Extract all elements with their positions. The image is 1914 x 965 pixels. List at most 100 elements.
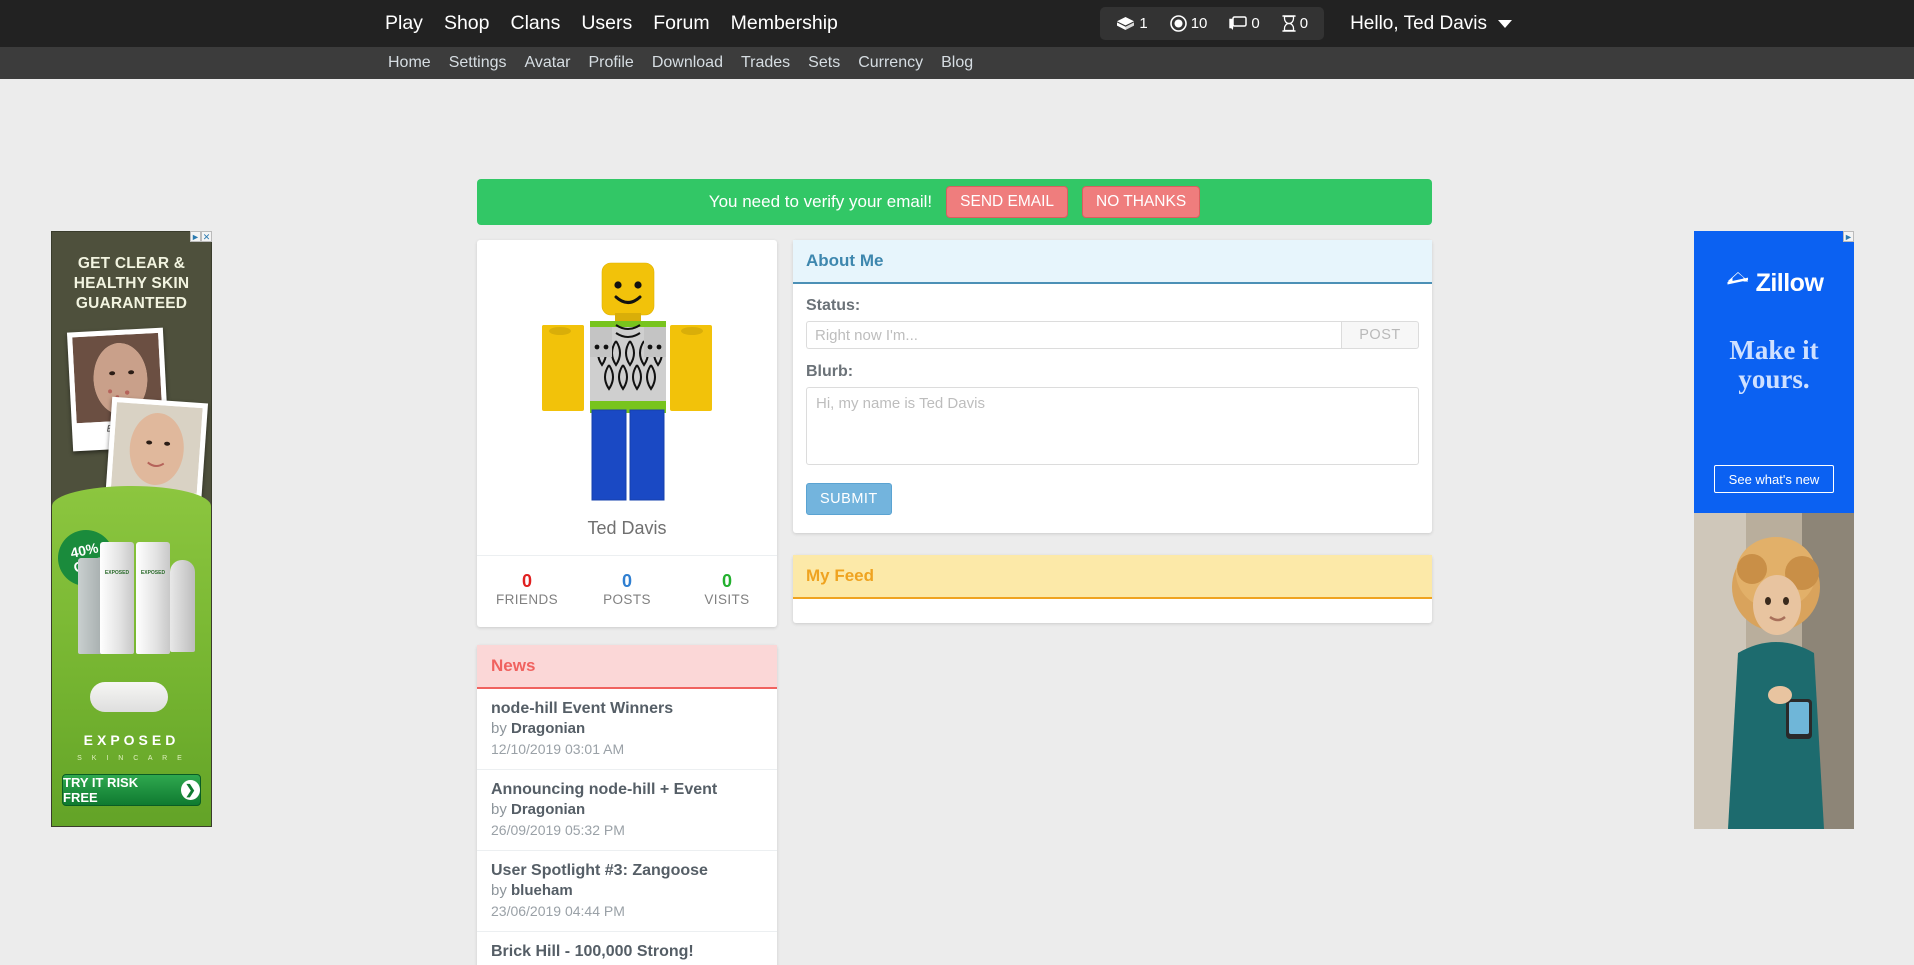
blurb-textarea[interactable] [806,387,1419,465]
my-feed-title: My Feed [793,555,1432,599]
about-me-panel: About Me Status: POST Blurb: SUBMIT [793,240,1432,533]
avatar[interactable] [477,250,777,518]
no-thanks-button[interactable]: NO THANKS [1082,186,1201,218]
zillow-tagline: Make it yours. [1729,335,1819,394]
subnav-profile[interactable]: Profile [588,54,633,72]
news-item-title[interactable]: Brick Hill - 100,000 Strong! [491,942,763,962]
adchoices-info-icon[interactable]: ► [190,231,201,242]
friends-count: 0 [521,571,532,591]
subnav-home[interactable]: Home [388,54,431,72]
friends-stat[interactable]: 0 FRIENDS [477,570,577,607]
brand-logo: EXPOSED [83,732,180,748]
inventory-stat[interactable]: 1 [1116,15,1148,32]
message-icon [1229,15,1248,32]
friend-requests-stat[interactable]: 0 [1281,15,1309,32]
subnav-download[interactable]: Download [652,54,723,72]
news-item-date: 23/06/2019 04:44 PM [491,903,625,919]
adchoices-close-icon[interactable]: ✕ [201,231,212,242]
currency-count: 10 [1190,15,1208,32]
posts-count: 0 [621,571,632,591]
nav-play[interactable]: Play [385,12,423,35]
friend-requests-count: 0 [1299,15,1309,32]
skincare-ad-creative[interactable]: GET CLEAR & HEALTHY SKIN GUARANTEED Befo… [51,231,212,827]
posts-stat[interactable]: 0 POSTS [577,570,677,607]
verification-message: You need to verify your email! [708,192,933,211]
zillow-ad-photo [1694,513,1854,829]
zillow-cta-label: See what's new [1728,471,1820,487]
nav-shop[interactable]: Shop [444,12,490,35]
status-input[interactable] [806,321,1341,349]
nav-users[interactable]: Users [581,12,632,35]
news-item-title[interactable]: User Spotlight #3: Zangoose [491,861,763,881]
news-item-title[interactable]: node-hill Event Winners [491,699,763,719]
skincare-ad-headline: GET CLEAR & HEALTHY SKIN GUARANTEED [73,255,190,312]
subnav-sets[interactable]: Sets [808,54,840,72]
adchoices-info-icon-right[interactable]: ► [1843,231,1854,242]
user-menu-button[interactable]: Hello, Ted Davis [1350,13,1512,35]
news-item-title[interactable]: Announcing node-hill + Event [491,780,763,800]
news-item[interactable]: User Spotlight #3: Zangoose by blueham 2… [477,851,777,932]
nav-membership[interactable]: Membership [731,12,838,35]
news-item-date: 12/10/2019 03:01 AM [491,741,625,757]
page-body: ► ✕ GET CLEAR & HEALTHY SKIN GUARANTEED … [0,79,1914,965]
news-item[interactable]: Brick Hill - 100,000 Strong! by spacebui… [477,932,777,965]
subnav-trades[interactable]: Trades [741,54,790,72]
visits-count: 0 [721,571,732,591]
subnav-settings[interactable]: Settings [449,54,507,72]
user-stats-pill: 1 10 0 0 [1100,7,1325,40]
nav-forum[interactable]: Forum [653,12,709,35]
bottle-serum [170,560,195,652]
news-item[interactable]: node-hill Event Winners by Dragonian 12/… [477,689,777,770]
zillow-brand-label: Zillow [1755,269,1824,297]
right-advertisement[interactable]: ► Zillow Make it yours. See what's new [1694,231,1854,829]
my-feed-panel: My Feed [793,555,1432,623]
profile-display-name: Ted Davis [587,518,667,538]
top-nav-right-section: 1 10 0 0 Hello, Ted Davis [1100,0,1914,47]
skincare-ad-product-panel: 40% OFF EXPOSED EXPOSED EXPOSED S K I N … [52,486,211,826]
profile-card: Ted Davis 0 FRIENDS 0 POSTS 0 VISITS [477,240,777,627]
nav-clans[interactable]: Clans [510,12,560,35]
subnav-currency[interactable]: Currency [858,54,923,72]
news-item-date: 26/09/2019 05:32 PM [491,822,625,838]
email-verification-banner: You need to verify your email! SEND EMAI… [477,179,1432,225]
bottle-facial-cleanser: EXPOSED [100,542,134,654]
news-item-author: by Dragonian [491,801,586,818]
try-it-risk-free-button[interactable]: TRY IT RISK FREE ❯ [62,774,201,806]
about-me-title: About Me [793,240,1432,284]
adchoices-icon-right[interactable]: ► [1843,231,1854,242]
blurb-label: Blurb: [806,363,854,380]
my-feed-body [793,599,1432,623]
user-greeting-label: Hello, Ted Davis [1350,12,1487,34]
left-advertisement[interactable]: ► ✕ GET CLEAR & HEALTHY SKIN GUARANTEED … [51,231,212,827]
friend-request-icon [1281,15,1296,32]
currency-stat[interactable]: 10 [1169,15,1208,32]
zillow-ad-creative[interactable]: Zillow Make it yours. See what's new [1694,231,1854,829]
visits-stat[interactable]: 0 VISITS [677,570,777,607]
profile-stats-row: 0 FRIENDS 0 POSTS 0 VISITS [477,555,777,627]
arrow-right-icon: ❯ [180,780,200,800]
status-label: Status: [806,297,861,314]
secondary-navigation-bar: Home Settings Avatar Profile Download Tr… [0,47,1914,79]
primary-nav-links: Play Shop Clans Users Forum Membership [385,12,838,35]
posts-label: POSTS [603,592,651,607]
box-icon [1116,16,1135,31]
subnav-avatar[interactable]: Avatar [525,54,571,72]
visits-label: VISITS [704,592,750,607]
see-whats-new-button[interactable]: See what's new [1714,465,1834,493]
messages-stat[interactable]: 0 [1229,15,1260,32]
about-me-body: Status: POST Blurb: SUBMIT [793,284,1432,533]
coin-icon [1169,15,1187,32]
bottle-clearing-tonic: EXPOSED [136,542,170,654]
post-status-button[interactable]: POST [1341,321,1419,349]
news-panel-title: News [477,645,777,689]
subnav-blog[interactable]: Blog [941,54,973,72]
submit-blurb-button[interactable]: SUBMIT [806,483,892,515]
top-navigation-bar: Play Shop Clans Users Forum Membership 1… [0,0,1914,47]
send-email-button[interactable]: SEND EMAIL [946,186,1069,218]
friends-label: FRIENDS [495,592,559,607]
news-item-author: by blueham [491,882,573,899]
house-icon [1725,269,1751,298]
news-item-author: by Dragonian [491,720,586,737]
adchoices-icon[interactable]: ► ✕ [190,231,212,242]
news-item[interactable]: Announcing node-hill + Event by Dragonia… [477,770,777,851]
